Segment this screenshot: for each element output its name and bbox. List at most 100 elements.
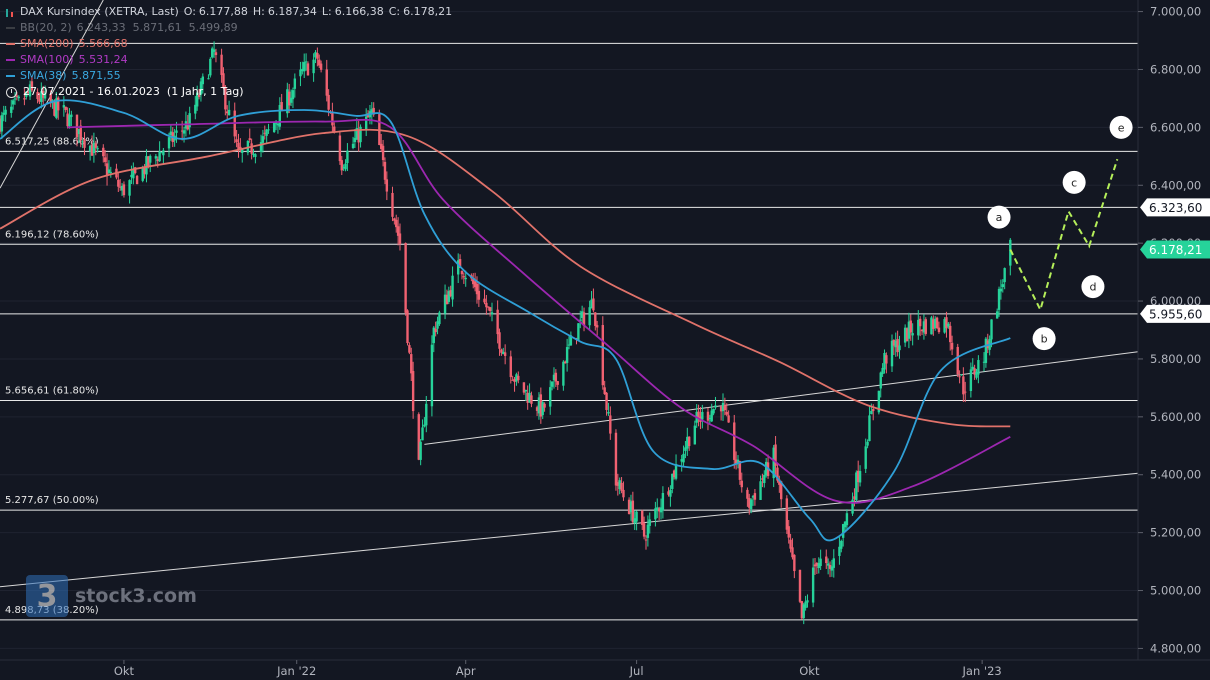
candle-body[interactable] — [1003, 268, 1005, 282]
candle-body[interactable] — [451, 276, 453, 300]
candle-body[interactable] — [431, 345, 433, 407]
price-axis[interactable]: 4.800,005.000,005.200,005.400,005.600,00… — [1138, 0, 1210, 680]
candle-body[interactable] — [714, 405, 716, 407]
candle-body[interactable] — [408, 345, 410, 353]
candle-body[interactable] — [110, 172, 112, 173]
candle-body[interactable] — [949, 326, 951, 342]
candle-body[interactable] — [754, 493, 756, 500]
candle-body[interactable] — [951, 343, 953, 350]
candle-body[interactable] — [609, 415, 611, 433]
candle-body[interactable] — [434, 329, 436, 332]
candle-body[interactable] — [365, 117, 367, 130]
candle-body[interactable] — [175, 130, 177, 132]
candle-body[interactable] — [96, 148, 98, 149]
legend-range[interactable]: 27.07.2021 - 16.01.2023 (1 Jahr, 1 Tag) — [4, 84, 452, 100]
candle-body[interactable] — [183, 130, 185, 133]
legend-bb[interactable]: BB(20, 2) 6.243,33 5.871,61 5.499,89 — [4, 20, 452, 36]
candle-body[interactable] — [341, 160, 343, 170]
candle-body[interactable] — [786, 498, 788, 529]
candle-body[interactable] — [733, 422, 735, 459]
candle-body[interactable] — [622, 490, 624, 497]
candle-body[interactable] — [421, 427, 423, 440]
candle-body[interactable] — [819, 559, 821, 566]
candle-body[interactable] — [498, 332, 500, 349]
candle-body[interactable] — [331, 112, 333, 126]
candle-body[interactable] — [643, 523, 645, 536]
candle-body[interactable] — [12, 100, 14, 104]
candle-body[interactable] — [525, 390, 527, 392]
candle-body[interactable] — [641, 511, 643, 525]
candle-body[interactable] — [712, 409, 714, 413]
candle-body[interactable] — [386, 179, 388, 191]
candle-body[interactable] — [577, 323, 579, 340]
candle-body[interactable] — [1002, 284, 1004, 287]
candle-body[interactable] — [384, 162, 386, 180]
candle-body[interactable] — [964, 392, 966, 393]
candle-body[interactable] — [701, 412, 703, 420]
candle-body[interactable] — [262, 136, 264, 143]
candle-body[interactable] — [682, 454, 684, 463]
candle-body[interactable] — [438, 312, 440, 324]
candle-body[interactable] — [65, 107, 67, 110]
candle-body[interactable] — [885, 355, 887, 363]
candle-body[interactable] — [562, 362, 564, 386]
candle-body[interactable] — [919, 319, 921, 326]
candle-body[interactable] — [254, 154, 256, 157]
candle-body[interactable] — [478, 291, 480, 300]
candle-body[interactable] — [123, 184, 125, 195]
candle-body[interactable] — [998, 289, 1000, 310]
candle-body[interactable] — [228, 110, 230, 115]
candle-body[interactable] — [763, 475, 765, 483]
candle-body[interactable] — [10, 107, 12, 113]
candle-body[interactable] — [588, 307, 590, 325]
candle-body[interactable] — [395, 220, 397, 227]
legend-sma100[interactable]: SMA(100) 5.531,24 — [4, 52, 452, 68]
legend-sma200[interactable]: SMA(200) 5.566,68 — [4, 36, 452, 52]
candle-body[interactable] — [496, 310, 498, 334]
candle-body[interactable] — [489, 307, 491, 311]
candle-body[interactable] — [806, 600, 808, 602]
candle-body[interactable] — [530, 395, 532, 403]
candle-body[interactable] — [267, 129, 269, 130]
candle-body[interactable] — [645, 540, 647, 541]
candle-body[interactable] — [128, 180, 130, 196]
candle-body[interactable] — [104, 157, 106, 162]
candle-body[interactable] — [461, 271, 463, 274]
candle-body[interactable] — [339, 136, 341, 162]
candle-body[interactable] — [793, 555, 795, 571]
candle-body[interactable] — [168, 137, 170, 148]
candle-body[interactable] — [707, 412, 709, 421]
candle-body[interactable] — [846, 513, 848, 525]
candle-body[interactable] — [851, 500, 853, 514]
candle-body[interactable] — [483, 299, 485, 303]
candle-body[interactable] — [870, 411, 872, 414]
candle-body[interactable] — [833, 558, 835, 568]
candle-body[interactable] — [149, 156, 151, 163]
candle-body[interactable] — [425, 404, 427, 426]
candle-body[interactable] — [727, 415, 729, 422]
candle-body[interactable] — [602, 325, 604, 385]
candle-body[interactable] — [95, 143, 97, 148]
candle-body[interactable] — [938, 328, 940, 332]
candle-body[interactable] — [996, 311, 998, 318]
candle-body[interactable] — [410, 354, 412, 373]
candle-body[interactable] — [605, 393, 607, 410]
candle-body[interactable] — [840, 541, 842, 549]
candle-body[interactable] — [344, 164, 346, 170]
candle-body[interactable] — [250, 143, 252, 153]
candle-body[interactable] — [635, 512, 637, 522]
candle-body[interactable] — [1, 115, 3, 131]
candle-body[interactable] — [799, 570, 801, 602]
candle-body[interactable] — [412, 371, 414, 411]
candle-body[interactable] — [958, 376, 960, 377]
candle-body[interactable] — [724, 405, 726, 410]
candle-body[interactable] — [549, 387, 551, 406]
candle-body[interactable] — [812, 568, 814, 603]
candle-body[interactable] — [825, 557, 827, 563]
candle-body[interactable] — [788, 526, 790, 537]
candle-body[interactable] — [265, 130, 267, 136]
candle-body[interactable] — [868, 415, 870, 441]
candle-body[interactable] — [4, 110, 6, 115]
candle-body[interactable] — [960, 374, 962, 375]
candle-body[interactable] — [504, 352, 506, 356]
